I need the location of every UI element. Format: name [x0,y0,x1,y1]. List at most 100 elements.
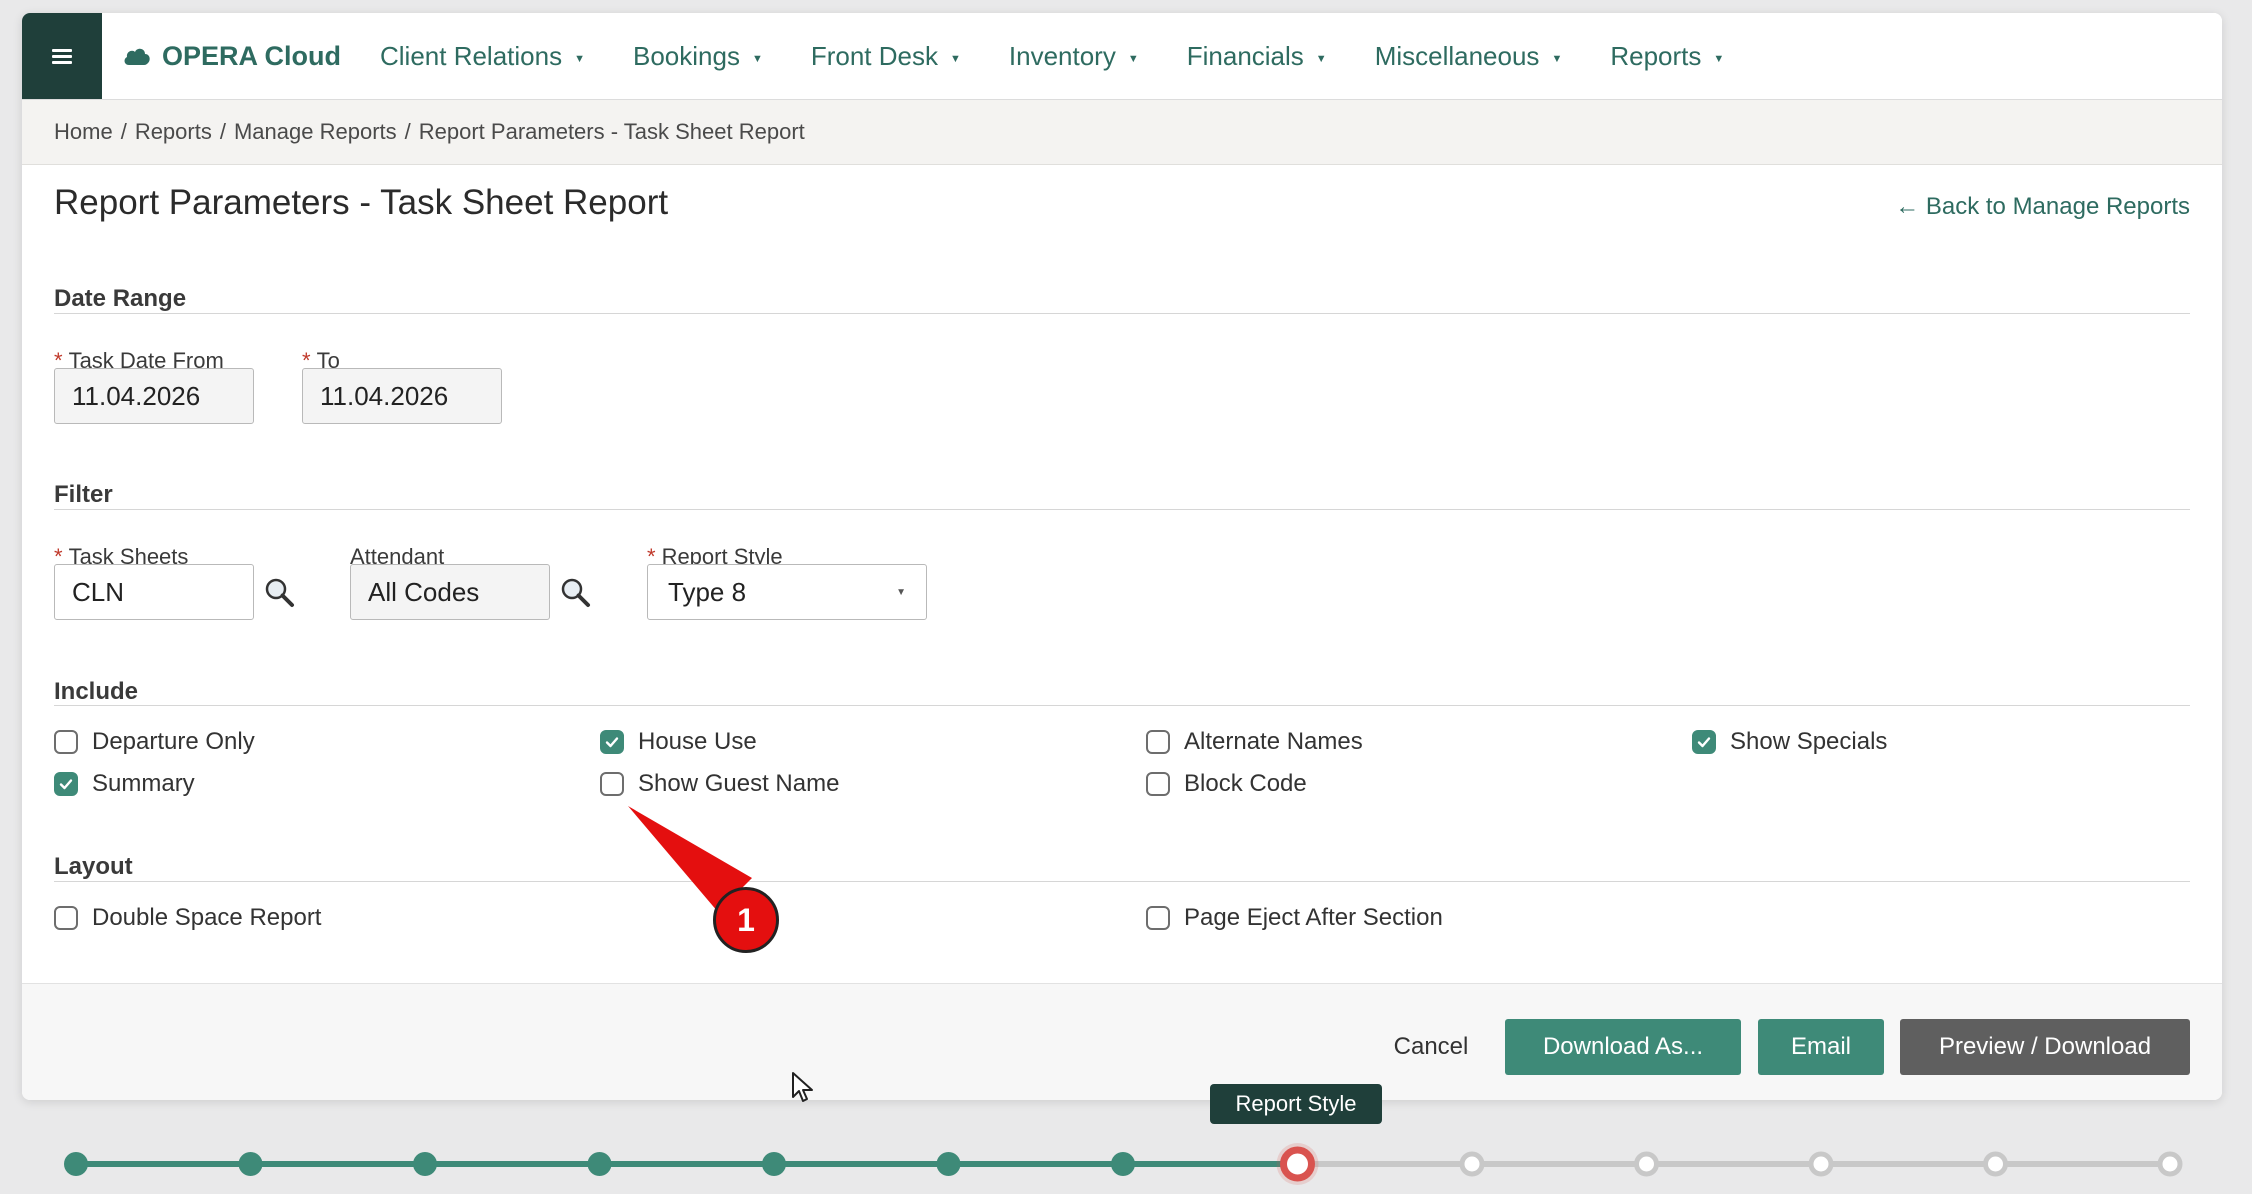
search-icon[interactable] [263,576,297,610]
nav-inventory[interactable]: Inventory ▼ [1009,41,1139,72]
hamburger-icon [52,46,72,67]
cloud-icon [124,48,150,65]
date-range-section-title: Date Range [54,285,187,312]
to-date-input[interactable]: 11.04.2026 [302,368,502,424]
nav-label: Front Desk [810,40,938,71]
caret-down-icon: ▼ [1713,53,1725,65]
nav-bookings[interactable]: Bookings ▼ [633,41,763,72]
back-to-manage-reports-link[interactable]: ← Back to Manage Reports [1895,193,2190,221]
breadcrumb: Home / Reports / Manage Reports / Report… [54,100,805,164]
nav-miscellaneous[interactable]: Miscellaneous ▼ [1375,41,1563,72]
checkbox-house-use[interactable]: House Use [600,728,757,756]
nav-label: Reports [1610,40,1702,71]
checkbox-box[interactable] [1146,772,1170,796]
app-logo-text: OPERA Cloud [162,40,341,71]
checkbox-block-code[interactable]: Block Code [1146,770,1307,798]
step-tooltip: Report Style [1210,1084,1382,1124]
progress-step-pending[interactable] [1808,1151,1834,1177]
nav-label: Inventory [1008,40,1116,71]
hamburger-menu-button[interactable] [22,13,102,99]
task-date-from-input[interactable]: 11.04.2026 [54,368,254,424]
main-nav: Client Relations ▼ Bookings ▼ Front Desk ▼ … [380,13,1772,99]
checkbox-label: Page Eject After Section [1184,904,1443,931]
mouse-cursor-icon [792,1072,813,1102]
progress-step-completed[interactable] [64,1152,88,1176]
caret-down-icon: ▼ [896,587,906,598]
divider [54,313,2190,314]
breadcrumb-bar: Home / Reports / Manage Reports / Report… [22,100,2222,165]
progress-step-pending[interactable] [1983,1151,2008,1177]
filter-section-title: Filter [54,481,113,508]
caret-down-icon: ▼ [1127,53,1139,65]
search-icon[interactable] [559,576,593,610]
progress-step-completed[interactable] [762,1152,786,1176]
nav-label: Miscellaneous [1374,40,1540,71]
checkbox-show-specials[interactable]: Show Specials [1692,728,1887,756]
checkbox-label: Block Code [1184,770,1307,797]
divider [54,881,2190,882]
checkbox-box[interactable] [54,772,78,796]
divider [54,705,2190,706]
caret-down-icon: ▼ [751,53,763,65]
progress-step-completed[interactable] [1111,1152,1135,1176]
cancel-button[interactable]: Cancel [1368,1019,1494,1075]
breadcrumb-manage-reports[interactable]: Manage Reports [234,119,397,145]
checkbox-box[interactable] [1146,906,1170,930]
nav-client-relations[interactable]: Client Relations ▼ [380,41,585,72]
app-window: OPERA Cloud Client Relations ▼ Bookings ▼ … [22,13,2222,1100]
nav-financials[interactable]: Financials ▼ [1187,41,1327,72]
report-style-value: Type 8 [668,576,747,607]
report-style-select[interactable]: Type 8 ▼ [647,564,927,620]
nav-reports[interactable]: Reports ▼ [1610,41,1724,72]
checkbox-label: Double Space Report [92,904,322,931]
checkbox-departure-only[interactable]: Departure Only [54,728,255,756]
checkbox-alternate-names[interactable]: Alternate Names [1146,728,1363,756]
app-logo[interactable]: OPERA Cloud [122,13,341,99]
progress-step-pending[interactable] [1634,1151,1659,1177]
progress-step-pending[interactable] [1459,1151,1485,1177]
preview-download-button[interactable]: Preview / Download [1900,1019,2190,1075]
caret-down-icon: ▼ [1551,53,1563,65]
form-footer [22,983,2222,1100]
checkbox-box[interactable] [1146,730,1170,754]
nav-front-desk[interactable]: Front Desk ▼ [811,41,961,72]
nav-label: Financials [1186,40,1304,71]
divider [54,509,2190,510]
caret-down-icon: ▼ [1315,53,1327,65]
breadcrumb-current: Report Parameters - Task Sheet Report [418,119,805,144]
progress-step-completed[interactable] [413,1152,437,1176]
checkbox-box[interactable] [54,906,78,930]
progress-step-current[interactable] [1280,1146,1315,1182]
progress-step-completed[interactable] [587,1152,612,1176]
checkbox-label: House Use [638,728,757,755]
checkbox-box[interactable] [600,730,624,754]
breadcrumb-separator: / [120,119,127,144]
page-title: Report Parameters - Task Sheet Report [54,183,669,222]
caret-down-icon: ▼ [950,53,961,65]
checkbox-box[interactable] [1692,730,1716,754]
breadcrumb-separator: / [404,119,411,144]
attendant-input[interactable]: All Codes [350,564,550,620]
checkbox-double-space-report[interactable]: Double Space Report [54,904,321,932]
breadcrumb-home[interactable]: Home [54,119,113,145]
progress-step-completed[interactable] [936,1152,961,1176]
checkbox-summary[interactable]: Summary [54,770,195,798]
checkbox-label: Departure Only [92,728,255,755]
checkbox-box[interactable] [54,730,78,754]
email-button[interactable]: Email [1758,1019,1884,1075]
progress-step-completed[interactable] [238,1152,263,1176]
checkmark-icon [59,779,73,790]
layout-section-title: Layout [54,853,133,880]
nav-label: Client Relations [380,40,563,71]
download-as-button[interactable]: Download As... [1505,1019,1741,1075]
caret-down-icon: ▼ [574,53,585,65]
task-sheets-input[interactable]: CLN [54,564,254,620]
checkbox-page-eject-after-section[interactable]: Page Eject After Section [1146,904,1443,932]
nav-label: Bookings [632,40,740,71]
checkbox-label: Show Specials [1730,728,1888,755]
breadcrumb-reports[interactable]: Reports [135,119,212,145]
progress-step-pending[interactable] [2157,1151,2183,1177]
breadcrumb-separator: / [219,119,226,144]
top-navigation-bar: OPERA Cloud Client Relations ▼ Bookings ▼ … [22,13,2222,100]
step-progress-bar [64,1143,2183,1185]
